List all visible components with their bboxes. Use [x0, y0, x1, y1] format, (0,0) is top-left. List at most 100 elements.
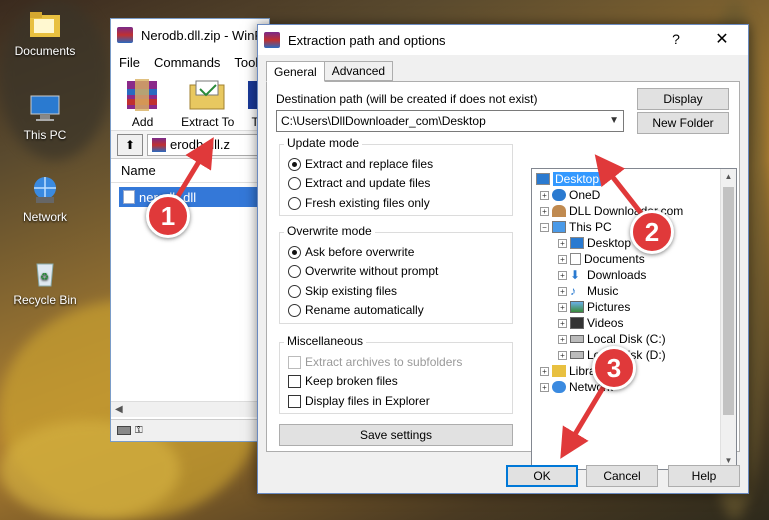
pictures-icon — [570, 301, 584, 313]
expand-icon[interactable]: + — [558, 334, 567, 344]
scroll-up-icon[interactable]: ▲ — [721, 169, 736, 185]
videos-icon — [570, 317, 584, 329]
checkbox[interactable] — [288, 394, 301, 408]
tree-item-label: Desktop — [553, 172, 602, 186]
checkbox[interactable] — [288, 374, 301, 388]
radio-extract-replace[interactable]: Extract and replace files — [288, 157, 433, 171]
ok-button[interactable]: OK — [506, 465, 578, 487]
tree-item-local-disk-c[interactable]: + Local Disk (C:) — [558, 331, 666, 347]
archive-path-box[interactable]: erodb.dll.z — [147, 133, 269, 156]
svg-text:♻: ♻ — [40, 272, 49, 283]
radio-ask-overwrite[interactable]: Ask before overwrite — [288, 245, 414, 259]
menu-commands[interactable]: Commands — [154, 55, 220, 70]
radio-button[interactable] — [288, 284, 301, 298]
desktop-icon-documents[interactable]: Documents — [8, 6, 82, 58]
option-label: Keep broken files — [305, 374, 398, 388]
radio-button[interactable] — [288, 303, 301, 317]
radio-button[interactable] — [288, 196, 301, 210]
tree-item-desktop-root[interactable]: Desktop — [536, 171, 602, 187]
expand-icon[interactable]: + — [558, 238, 567, 248]
radio-extract-update[interactable]: Extract and update files — [288, 176, 430, 190]
annotation-badge-2: 2 — [630, 210, 674, 254]
tree-item-downloads[interactable]: + ⬇ Downloads — [558, 267, 646, 283]
tree-item-documents[interactable]: + Documents — [558, 251, 645, 267]
tab-advanced[interactable]: Advanced — [323, 61, 394, 81]
desktop-icon-network[interactable]: Network — [8, 172, 82, 224]
chevron-down-icon[interactable]: ▼ — [609, 115, 619, 126]
tab-general[interactable]: General — [266, 61, 325, 82]
radio-skip-existing[interactable]: Skip existing files — [288, 284, 397, 298]
column-header-name[interactable]: Name — [111, 159, 269, 183]
add-button[interactable]: Add — [115, 77, 170, 130]
radio-button[interactable] — [288, 245, 301, 259]
archive-path-text: erodb.dll.z — [170, 137, 230, 152]
collapse-icon[interactable]: − — [540, 222, 549, 232]
file-icon — [123, 190, 135, 204]
radio-button[interactable] — [288, 157, 301, 171]
tree-item-this-pc[interactable]: − This PC — [540, 219, 612, 235]
update-mode-group: Update mode Extract and replace files Ex… — [279, 136, 513, 216]
cancel-button[interactable]: Cancel — [586, 465, 658, 487]
scroll-thumb[interactable] — [723, 187, 734, 415]
file-row[interactable]: nerodb.dll — [119, 187, 265, 207]
save-settings-button[interactable]: Save settings — [279, 424, 513, 446]
radio-overwrite-without-prompt[interactable]: Overwrite without prompt — [288, 264, 438, 278]
checkbox — [288, 355, 301, 369]
destination-path-value: C:\Users\DllDownloader_com\Desktop — [281, 114, 486, 128]
user-icon — [552, 205, 566, 217]
expand-icon[interactable]: + — [558, 286, 567, 296]
winrar-menubar: File Commands Tools — [111, 51, 269, 73]
recycle-bin-icon: ♻ — [25, 255, 65, 291]
radio-button[interactable] — [288, 264, 301, 278]
expand-icon[interactable]: + — [558, 350, 567, 360]
tree-item-onedrive[interactable]: + OneD — [540, 187, 600, 203]
tree-scrollbar[interactable]: ▲ ▼ — [720, 169, 736, 469]
menu-file[interactable]: File — [119, 55, 140, 70]
dialog-titlebar: Extraction path and options ? ✕ — [258, 25, 748, 55]
extraction-dialog: Extraction path and options ? ✕ General … — [257, 24, 749, 494]
option-label: Skip existing files — [305, 284, 398, 298]
tree-item-label: Desktop — [587, 236, 632, 250]
folder-tree[interactable]: Desktop + OneD + DLL Downloader.com − Th… — [531, 168, 737, 470]
winrar-logo-icon — [117, 27, 133, 43]
computer-icon — [552, 221, 566, 233]
desktop-icon — [570, 237, 584, 249]
checkbox-display-explorer[interactable]: Display files in Explorer — [288, 394, 430, 408]
disk-icon — [570, 351, 584, 359]
expand-icon[interactable]: + — [558, 302, 567, 312]
help-button[interactable]: Help — [668, 465, 740, 487]
folder-icon — [25, 6, 65, 42]
display-button[interactable]: Display — [637, 88, 729, 110]
option-label: Fresh existing files only — [305, 196, 430, 210]
horizontal-scrollbar[interactable]: ◀ — [111, 401, 269, 417]
extract-to-button[interactable]: Extract To — [176, 77, 239, 130]
close-icon[interactable]: ✕ — [712, 29, 732, 49]
expand-icon[interactable]: + — [540, 366, 549, 376]
tree-item-desktop[interactable]: + Desktop — [558, 235, 631, 251]
scroll-left-icon[interactable]: ◀ — [115, 404, 123, 415]
expand-icon[interactable]: + — [558, 254, 567, 264]
expand-icon[interactable]: + — [558, 270, 567, 280]
disk-icon — [570, 335, 584, 343]
up-folder-button[interactable]: ⬆ — [117, 133, 143, 156]
help-icon[interactable]: ? — [666, 31, 686, 47]
tree-item-music[interactable]: + ♪ Music — [558, 283, 618, 299]
radio-fresh-existing[interactable]: Fresh existing files only — [288, 196, 430, 210]
archive-small-icon — [152, 137, 166, 152]
option-label: Extract and replace files — [305, 157, 434, 171]
expand-icon[interactable]: + — [558, 318, 567, 328]
new-folder-button[interactable]: New Folder — [637, 112, 729, 134]
tree-item-pictures[interactable]: + Pictures — [558, 299, 630, 315]
expand-icon[interactable]: + — [540, 190, 549, 200]
radio-button[interactable] — [288, 176, 301, 190]
expand-icon[interactable]: + — [540, 206, 549, 216]
expand-icon[interactable]: + — [540, 382, 549, 392]
winrar-toolbar: Add Extract To T — [111, 73, 269, 131]
desktop-icon-recycle-bin[interactable]: ♻ Recycle Bin — [8, 255, 82, 307]
desktop-icon-this-pc[interactable]: This PC — [8, 90, 82, 142]
tree-item-videos[interactable]: + Videos — [558, 315, 623, 331]
network-icon — [552, 381, 566, 393]
radio-rename-auto[interactable]: Rename automatically — [288, 303, 424, 317]
destination-path-input[interactable]: C:\Users\DllDownloader_com\Desktop ▼ — [276, 110, 624, 132]
checkbox-keep-broken[interactable]: Keep broken files — [288, 374, 398, 388]
